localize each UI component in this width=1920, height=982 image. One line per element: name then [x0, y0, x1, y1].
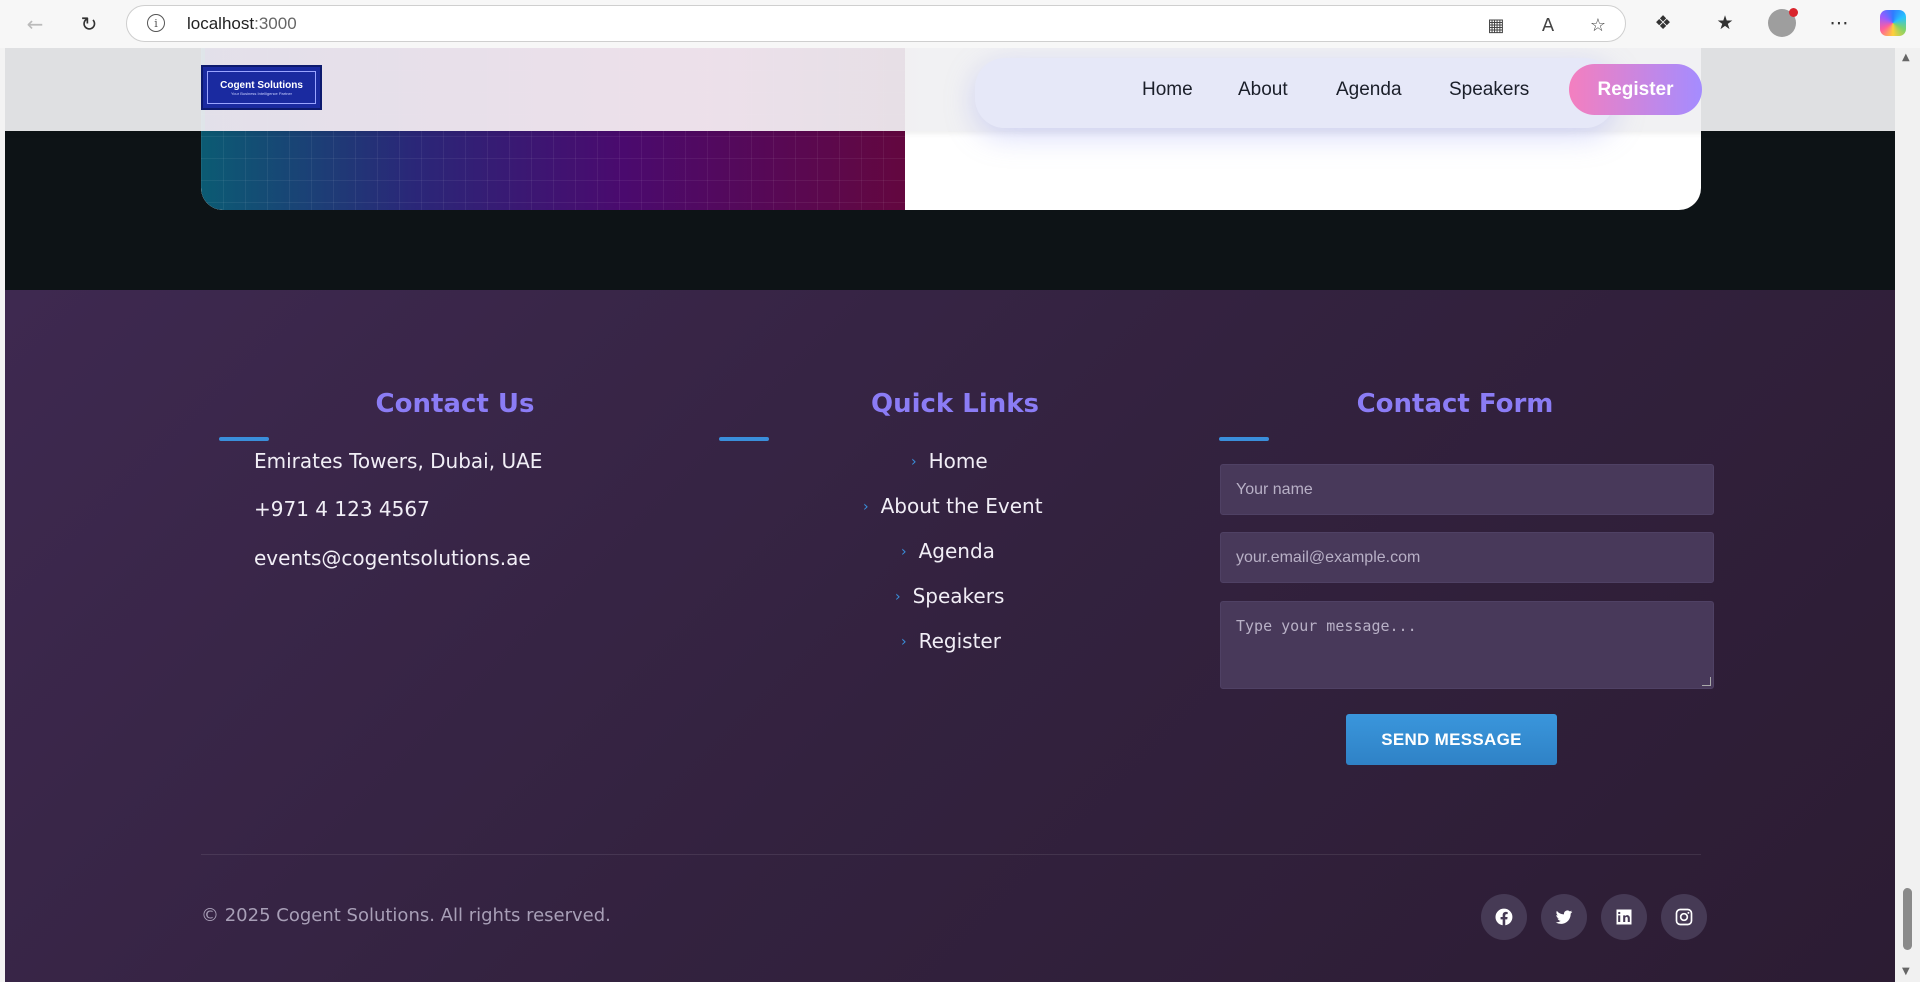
nav-about[interactable]: About — [1238, 79, 1288, 101]
site-header: Cogent Solutions Your Business Intellige… — [5, 48, 1895, 131]
heading-underline — [719, 437, 769, 441]
chevron-right-icon: › — [911, 454, 917, 470]
email-field[interactable]: your.email@example.com — [1220, 532, 1714, 583]
extensions-icon[interactable]: ❖ — [1650, 10, 1676, 36]
quick-link-about[interactable]: › About the Event — [863, 494, 1043, 518]
nav-agenda[interactable]: Agenda — [1336, 79, 1402, 101]
heading-underline — [219, 437, 269, 441]
chevron-right-icon: › — [895, 589, 901, 605]
chevron-right-icon: › — [863, 499, 869, 515]
profile-avatar[interactable] — [1768, 8, 1798, 37]
instagram-icon[interactable] — [1661, 894, 1707, 940]
quick-link-home[interactable]: › Home — [911, 449, 988, 473]
page-scrollbar[interactable]: ▲ ▼ — [1895, 48, 1920, 982]
resize-handle-icon[interactable] — [1702, 677, 1711, 686]
linkedin-icon[interactable] — [1601, 894, 1647, 940]
chevron-right-icon: › — [901, 634, 907, 650]
heading-underline — [1219, 437, 1269, 441]
browser-toolbar: ← ↻ i localhost:3000 ▦ A ☆ ❖ ★ ⋯ — [0, 0, 1920, 48]
quick-links-heading: Quick Links — [870, 389, 1040, 419]
back-arrow-icon[interactable]: ← — [20, 10, 50, 38]
nav-home[interactable]: Home — [1142, 79, 1193, 101]
facebook-icon[interactable] — [1481, 894, 1527, 940]
contact-form-heading: Contact Form — [1356, 389, 1554, 419]
favorite-star-icon[interactable]: ☆ — [1587, 14, 1609, 36]
quick-link-register[interactable]: › Register — [901, 629, 1001, 653]
site-logo[interactable]: Cogent Solutions Your Business Intellige… — [201, 65, 322, 110]
nav-speakers[interactable]: Speakers — [1449, 79, 1529, 101]
scrollbar-thumb[interactable] — [1903, 888, 1912, 950]
send-message-button[interactable]: SEND MESSAGE — [1346, 714, 1557, 765]
app-available-icon[interactable]: ▦ — [1485, 14, 1507, 36]
scroll-down-icon[interactable]: ▼ — [1902, 966, 1910, 977]
address-bar[interactable]: i localhost:3000 ▦ A ☆ — [126, 5, 1626, 42]
copilot-icon[interactable] — [1880, 10, 1906, 36]
site-info-icon[interactable]: i — [147, 14, 165, 32]
page-viewport: Cogent Solutions Your Business Intellige… — [5, 48, 1895, 982]
logo-tagline: Your Business Intelligence Partner — [231, 90, 292, 96]
twitter-icon[interactable] — [1541, 894, 1587, 940]
more-menu-icon[interactable]: ⋯ — [1826, 10, 1852, 36]
contact-us-heading: Contact Us — [375, 389, 535, 419]
contact-address: Emirates Towers, Dubai, UAE — [254, 449, 543, 473]
site-footer: Contact Us Emirates Towers, Dubai, UAE +… — [5, 290, 1895, 982]
contact-phone[interactable]: +971 4 123 4567 — [254, 497, 430, 521]
quick-link-agenda[interactable]: › Agenda — [901, 539, 995, 563]
contact-email[interactable]: events@cogentsolutions.ae — [254, 546, 531, 570]
favorites-icon[interactable]: ★ — [1712, 10, 1738, 36]
notification-dot — [1789, 8, 1798, 17]
scroll-up-icon[interactable]: ▲ — [1902, 52, 1910, 63]
name-field[interactable]: Your name — [1220, 464, 1714, 515]
footer-divider — [201, 854, 1701, 855]
logo-text: Cogent Solutions — [220, 79, 303, 91]
register-button[interactable]: Register — [1569, 64, 1702, 115]
reload-icon[interactable]: ↻ — [74, 10, 104, 38]
read-aloud-icon[interactable]: A — [1537, 14, 1559, 36]
chevron-right-icon: › — [901, 544, 907, 560]
quick-link-speakers[interactable]: › Speakers — [895, 584, 1004, 608]
copyright-text: © 2025 Cogent Solutions. All rights rese… — [201, 905, 611, 926]
url-text[interactable]: localhost:3000 — [187, 14, 297, 34]
message-field[interactable]: Type your message... — [1220, 601, 1714, 689]
